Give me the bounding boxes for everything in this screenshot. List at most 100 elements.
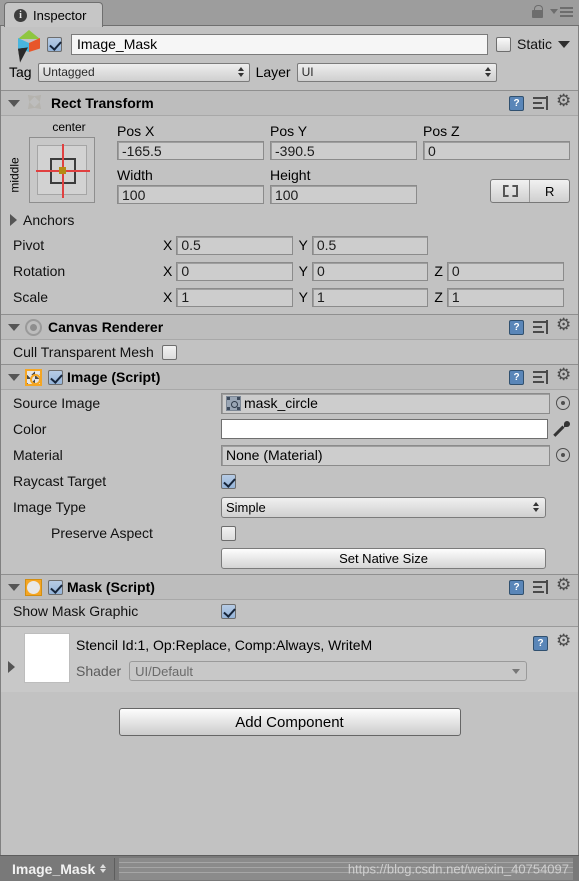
- gear-icon[interactable]: [556, 316, 572, 335]
- preset-icon[interactable]: [533, 96, 548, 110]
- rect-transform-body: center middle Pos X -165.5 Pos Y -390.5 …: [1, 116, 578, 208]
- rect-transform-header[interactable]: Rect Transform ?: [1, 91, 578, 116]
- mask-enabled-checkbox[interactable]: [48, 579, 63, 595]
- blueprint-mode-button[interactable]: [491, 180, 531, 202]
- rotation-x-input[interactable]: 0: [176, 261, 293, 281]
- eyedropper-icon[interactable]: [554, 421, 570, 437]
- rotation-z-input[interactable]: 0: [446, 261, 565, 281]
- show-mask-graphic-checkbox[interactable]: [221, 603, 236, 619]
- color-label: Color: [13, 421, 47, 437]
- layer-label: Layer: [255, 64, 291, 80]
- pivot-x-input[interactable]: 0.5: [176, 235, 293, 255]
- add-component-button[interactable]: Add Component: [118, 708, 461, 736]
- image-type-row: Image Type Simple: [1, 494, 578, 520]
- pivot-y-input[interactable]: 0.5: [311, 235, 429, 255]
- object-picker-icon[interactable]: [556, 448, 570, 462]
- gameobject-cube-icon: [13, 28, 47, 63]
- gear-icon[interactable]: [556, 576, 572, 595]
- preset-icon[interactable]: [533, 370, 548, 384]
- tag-layer-row: Tag Untagged Layer UI: [9, 61, 570, 83]
- cull-transparent-mesh-checkbox[interactable]: [161, 344, 177, 360]
- width-input[interactable]: 100: [117, 185, 264, 204]
- scale-y-axis-label: Y: [298, 289, 309, 305]
- scale-x-input[interactable]: 1: [176, 287, 293, 307]
- tab-tools: [532, 5, 573, 18]
- help-icon[interactable]: ?: [509, 319, 524, 335]
- object-name-row: Image_Mask Static: [9, 30, 570, 63]
- help-icon[interactable]: ?: [509, 95, 524, 111]
- height-input[interactable]: 100: [269, 185, 417, 204]
- lock-icon[interactable]: [532, 5, 543, 18]
- component-image: Image (Script) ? Source Image mask_circl…: [1, 364, 578, 574]
- anchor-preset-widget[interactable]: [29, 137, 95, 203]
- layer-value: UI: [301, 65, 314, 79]
- gameobject-active-checkbox[interactable]: [47, 36, 62, 52]
- set-native-size-button[interactable]: Set Native Size: [221, 547, 546, 569]
- size-row: Width 100 Height 100 R: [117, 164, 570, 204]
- scale-z-input[interactable]: 1: [446, 287, 565, 307]
- rect-transform-foldout-icon[interactable]: [8, 99, 20, 107]
- material-field[interactable]: None (Material): [221, 444, 550, 466]
- pivot-row: Pivot X 0.5 Y 0.5: [1, 232, 578, 258]
- anchors-label: Anchors: [23, 212, 75, 228]
- image-type-dropdown[interactable]: Simple: [221, 496, 546, 518]
- canvas-renderer-foldout-icon[interactable]: [8, 323, 20, 331]
- gameobject-name-input[interactable]: Image_Mask: [71, 33, 488, 55]
- mask-component-header[interactable]: Mask (Script) ?: [1, 575, 578, 600]
- component-canvas-renderer: Canvas Renderer ? Cull Transparent Mesh: [1, 314, 578, 364]
- shader-dropdown[interactable]: UI/Default: [129, 661, 527, 681]
- anchors-foldout-row[interactable]: Anchors: [1, 208, 578, 232]
- gear-icon[interactable]: [556, 632, 572, 651]
- image-foldout-icon[interactable]: [8, 373, 20, 381]
- breadcrumb-updown-icon[interactable]: [100, 864, 107, 873]
- pos-x-input[interactable]: -165.5: [117, 141, 264, 160]
- image-enabled-checkbox[interactable]: [48, 369, 63, 385]
- anchors-foldout-icon[interactable]: [10, 214, 17, 226]
- breadcrumb[interactable]: Image_Mask: [6, 857, 116, 880]
- canvas-renderer-header[interactable]: Canvas Renderer ?: [1, 315, 578, 340]
- static-dropdown-icon[interactable]: [558, 40, 570, 48]
- gear-icon[interactable]: [556, 366, 572, 385]
- footer-bar: https://blog.csdn.net/weixin_40754097: [119, 857, 573, 880]
- position-row: Pos X -165.5 Pos Y -390.5 Pos Z 0: [117, 120, 570, 160]
- tag-dropdown[interactable]: Untagged: [37, 62, 250, 82]
- help-icon[interactable]: ?: [509, 579, 524, 595]
- anchor-preset-area: center middle: [7, 120, 117, 204]
- image-component-header[interactable]: Image (Script) ?: [1, 365, 578, 390]
- scale-y-input[interactable]: 1: [312, 287, 429, 307]
- mask-foldout-icon[interactable]: [8, 583, 20, 591]
- image-type-value: Simple: [226, 499, 266, 515]
- pivot-x-axis-label: X: [163, 237, 173, 253]
- pos-z-input[interactable]: 0: [423, 141, 570, 160]
- help-icon[interactable]: ?: [533, 636, 548, 651]
- rotation-x-axis-label: X: [163, 263, 173, 279]
- material-foldout-icon[interactable]: [8, 661, 15, 673]
- shader-row: Shader UI/Default: [76, 661, 527, 681]
- color-swatch-field[interactable]: [221, 419, 548, 439]
- preserve-aspect-checkbox[interactable]: [221, 525, 236, 541]
- info-icon: i: [14, 8, 27, 22]
- object-picker-icon[interactable]: [556, 396, 570, 410]
- scale-z-axis-label: Z: [434, 289, 443, 305]
- material-header-icons: ?: [533, 632, 572, 651]
- shader-value: UI/Default: [135, 663, 193, 679]
- blueprint-icon: [502, 185, 518, 197]
- source-image-field[interactable]: mask_circle: [221, 392, 550, 414]
- raw-edit-mode-button[interactable]: R: [530, 180, 569, 202]
- mask-component-icon: [25, 578, 42, 596]
- preset-icon[interactable]: [533, 320, 548, 334]
- pos-y-input[interactable]: -390.5: [270, 141, 417, 160]
- gear-icon[interactable]: [556, 92, 572, 111]
- height-label: Height: [269, 166, 311, 183]
- hamburger-menu-icon[interactable]: [550, 6, 573, 17]
- rect-transform-fields: Pos X -165.5 Pos Y -390.5 Pos Z 0 Width …: [117, 120, 570, 204]
- rotation-y-input[interactable]: 0: [312, 261, 429, 281]
- static-checkbox[interactable]: [495, 36, 511, 52]
- tab-inspector[interactable]: i Inspector: [4, 2, 104, 27]
- raycast-target-checkbox[interactable]: [221, 473, 236, 489]
- help-icon[interactable]: ?: [509, 369, 524, 385]
- blueprint-raw-toggle-group[interactable]: R: [489, 179, 570, 203]
- layer-dropdown[interactable]: UI: [296, 62, 497, 82]
- preset-icon[interactable]: [533, 580, 548, 594]
- material-value: None (Material): [226, 447, 323, 463]
